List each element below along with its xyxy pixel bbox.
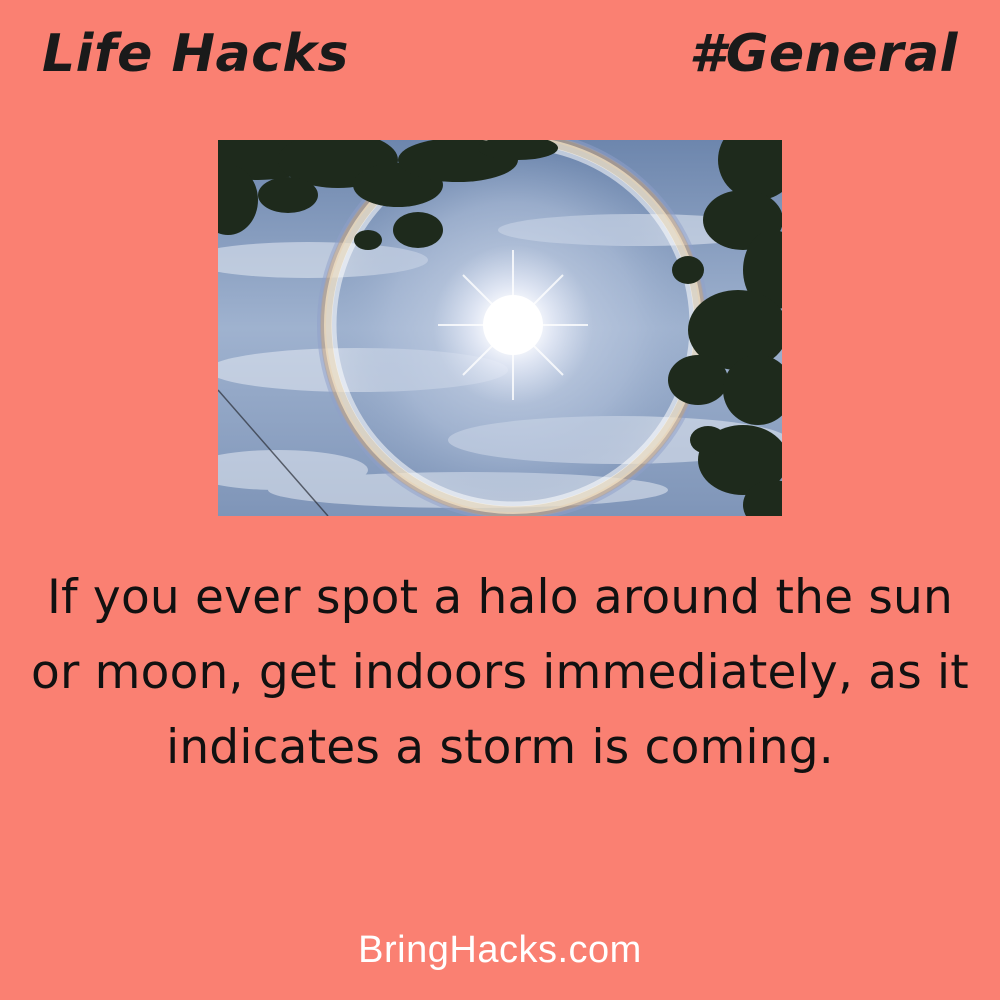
sun-halo-illustration — [218, 140, 782, 516]
life-hack-text: If you ever spot a halo around the sun o… — [31, 570, 969, 775]
category-tag: #General — [689, 24, 958, 84]
site-watermark: BringHacks.com — [358, 929, 642, 971]
page-title: Life Hacks — [42, 24, 349, 84]
sun-halo-photo — [218, 140, 782, 516]
